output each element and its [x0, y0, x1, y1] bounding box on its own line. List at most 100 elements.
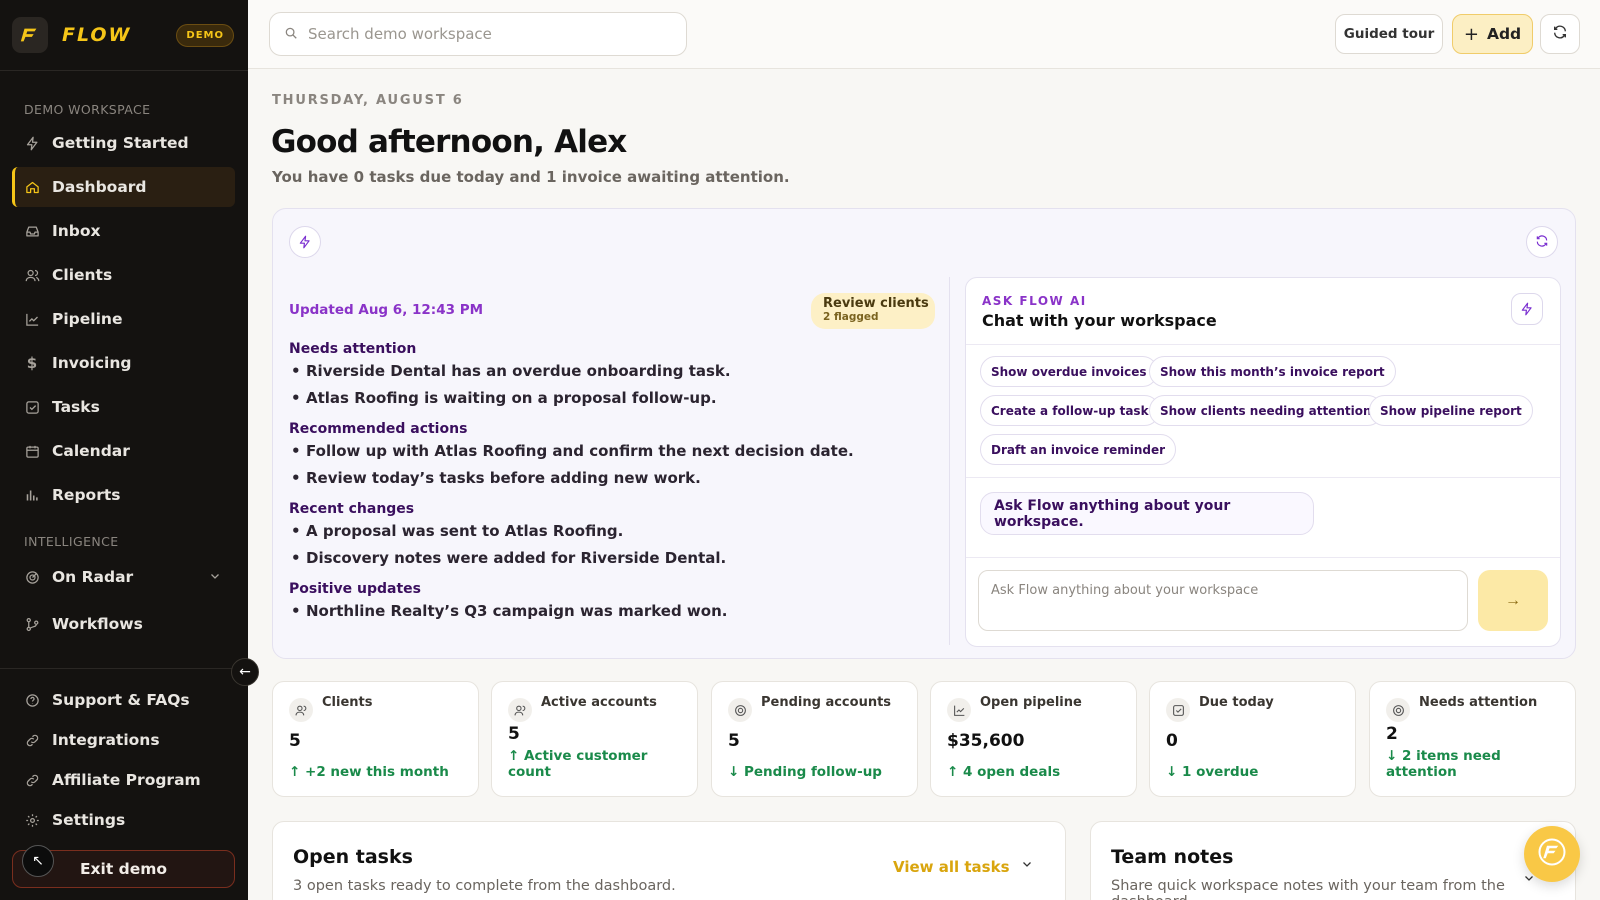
sidebar-item-settings[interactable]: Settings: [12, 800, 235, 840]
sidebar-item-tasks[interactable]: Tasks: [12, 387, 235, 427]
brief-item: A proposal was sent to Atlas Roofing.: [289, 522, 929, 549]
demo-badge: DEMO: [176, 23, 234, 47]
sidebar-item-calendar[interactable]: Calendar: [12, 431, 235, 471]
stat-label: Needs attention: [1419, 695, 1538, 710]
checkbox-icon: [24, 399, 40, 415]
daily-brief-card: Updated Aug 6, 12:43 PM Review clients 2…: [272, 208, 1576, 659]
stat-card-pending-accounts[interactable]: Pending accounts 5 ↓ Pending follow-up: [711, 681, 918, 797]
flow-logo-icon: [1537, 837, 1567, 871]
stat-card-due-today[interactable]: Due today 0 ↓ 1 overdue: [1149, 681, 1356, 797]
guided-tour-label: Guided tour: [1343, 26, 1435, 42]
home-icon: [24, 179, 40, 195]
workflow-icon: [24, 616, 40, 632]
review-clients-label: Review clients: [823, 296, 929, 311]
divider: [966, 477, 1560, 478]
collapse-sidebar-button[interactable]: ←: [231, 658, 259, 686]
brief-item: Northline Realty’s Q3 campaign was marke…: [289, 602, 929, 629]
sidebar-item-label: Clients: [52, 266, 113, 284]
sidebar-item-label: Tasks: [52, 398, 100, 416]
sidebar-item-reports[interactable]: Reports: [12, 475, 235, 515]
stat-card-open-pipeline[interactable]: Open pipeline $35,600 ↑ 4 open deals: [930, 681, 1137, 797]
flow-logo-icon[interactable]: [12, 17, 48, 53]
trend-icon: [24, 311, 40, 327]
review-clients-button[interactable]: Review clients 2 flagged: [811, 293, 935, 329]
section-label-intelligence: INTELLIGENCE: [24, 534, 119, 549]
sidebar-item-affiliate[interactable]: Affiliate Program: [12, 760, 235, 800]
send-button[interactable]: →: [1478, 570, 1548, 631]
search-input[interactable]: [308, 25, 668, 43]
sidebar-item-inbox[interactable]: Inbox: [12, 211, 235, 251]
dollar-icon: $: [26, 354, 38, 372]
stat-label: Clients: [322, 695, 373, 710]
users-icon: [508, 698, 532, 722]
chip-pipeline-report[interactable]: Show pipeline report: [1369, 395, 1533, 426]
brand-name: FLOW: [62, 24, 132, 46]
checkbox-icon: [1166, 698, 1190, 722]
sidebar-item-label: Integrations: [52, 731, 160, 749]
add-button[interactable]: + Add: [1452, 14, 1533, 54]
stat-value: 5: [728, 731, 740, 751]
brief-heading: Recent changes: [289, 501, 415, 517]
assistant-message: Ask Flow anything about your workspace.: [980, 492, 1314, 535]
panel-title: Team notes: [1111, 846, 1234, 868]
flow-assistant-button[interactable]: [1524, 826, 1580, 882]
stat-card-clients[interactable]: Clients 5 ↑ +2 new this month: [272, 681, 479, 797]
chip-invoice-report[interactable]: Show this month’s invoice report: [1149, 356, 1396, 387]
sidebar-item-clients[interactable]: Clients: [12, 255, 235, 295]
sidebar-item-support[interactable]: Support & FAQs: [12, 680, 235, 720]
sidebar-item-label: Calendar: [52, 442, 130, 460]
divider: [949, 277, 950, 645]
sidebar-item-label: Workflows: [52, 615, 143, 633]
refresh-brief-button[interactable]: [1526, 226, 1558, 258]
cursor-arrow-icon: ↖: [22, 845, 54, 877]
radar-icon: [728, 698, 752, 722]
guided-tour-button[interactable]: Guided tour: [1335, 14, 1443, 54]
stat-value: 5: [289, 731, 301, 751]
sidebar-item-label: Pipeline: [52, 310, 123, 328]
sidebar-item-label: Invoicing: [52, 354, 132, 372]
sidebar-item-invoicing[interactable]: $ Invoicing: [12, 343, 235, 383]
brief-heading: Recommended actions: [289, 421, 468, 437]
sidebar-item-label: Dashboard: [52, 178, 147, 196]
refresh-button[interactable]: [1540, 14, 1580, 54]
sidebar-item-pipeline[interactable]: Pipeline: [12, 299, 235, 339]
stat-value: $35,600: [947, 731, 1025, 751]
chip-clients-attention[interactable]: Show clients needing attention: [1149, 395, 1383, 426]
sidebar-item-on-radar[interactable]: On Radar: [12, 557, 235, 597]
bar-chart-icon: [24, 487, 40, 503]
chevron-down-icon[interactable]: [1021, 858, 1033, 874]
current-date: THURSDAY, AUGUST 6: [272, 93, 464, 108]
bolt-icon: [24, 135, 40, 151]
users-icon: [289, 698, 313, 722]
stat-card-needs-attention[interactable]: Needs attention 2 ↓ 2 items need attenti…: [1369, 681, 1576, 797]
plus-icon: +: [1463, 23, 1479, 45]
link-icon: [24, 772, 40, 788]
stat-trend: ↑ 4 open deals: [947, 764, 1061, 780]
divider: [966, 557, 1560, 558]
stat-value: 2: [1386, 724, 1398, 744]
chip-follow-up-task[interactable]: Create a follow-up task: [980, 395, 1160, 426]
sidebar-item-label: On Radar: [52, 568, 134, 586]
team-notes-panel: Team notes Share quick workspace notes w…: [1090, 821, 1576, 900]
sidebar-item-integrations[interactable]: Integrations: [12, 720, 235, 760]
trend-icon: [947, 698, 971, 722]
sidebar: FLOW DEMO DEMO WORKSPACE Getting Started…: [0, 0, 248, 900]
view-all-tasks-link[interactable]: View all tasks: [893, 858, 1010, 876]
bolt-icon: [1511, 293, 1543, 325]
calendar-icon: [24, 443, 40, 459]
chevron-down-icon[interactable]: [209, 568, 221, 586]
sidebar-item-workflows[interactable]: Workflows: [12, 604, 235, 644]
sidebar-item-getting-started[interactable]: Getting Started: [12, 123, 235, 163]
brief-heading: Positive updates: [289, 581, 421, 597]
sidebar-item-label: Inbox: [52, 222, 101, 240]
stat-trend: ↑ +2 new this month: [289, 764, 449, 780]
sidebar-item-dashboard[interactable]: Dashboard: [12, 167, 235, 207]
chip-invoice-reminder[interactable]: Draft an invoice reminder: [980, 434, 1177, 465]
chat-input[interactable]: [978, 570, 1468, 631]
users-icon: [24, 267, 40, 283]
stat-card-active-accounts[interactable]: Active accounts 5 ↑ Active customer coun…: [491, 681, 698, 797]
chip-overdue-invoices[interactable]: Show overdue invoices: [980, 356, 1158, 387]
search-box[interactable]: [269, 12, 687, 56]
chat-kicker: ASK FLOW AI: [982, 294, 1087, 308]
stat-label: Active accounts: [541, 695, 657, 710]
